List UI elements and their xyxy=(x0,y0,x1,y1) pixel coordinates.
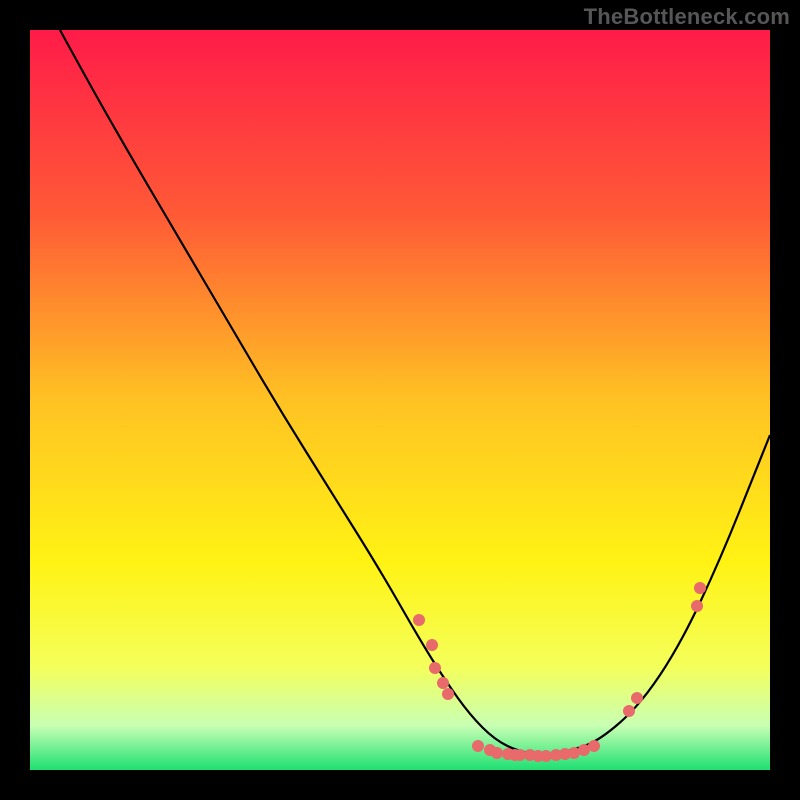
scatter-point xyxy=(623,705,635,717)
chart-frame: TheBottleneck.com xyxy=(0,0,800,800)
scatter-point xyxy=(442,688,454,700)
scatter-point xyxy=(691,600,703,612)
scatter-point xyxy=(413,614,425,626)
scatter-point xyxy=(437,677,449,689)
scatter-point xyxy=(694,582,706,594)
gradient-background xyxy=(30,30,770,770)
scatter-point xyxy=(426,639,438,651)
scatter-point xyxy=(588,740,600,752)
scatter-point xyxy=(491,747,503,759)
scatter-point xyxy=(429,662,441,674)
scatter-point xyxy=(631,692,643,704)
scatter-point xyxy=(472,740,484,752)
bottleneck-chart xyxy=(0,0,800,800)
